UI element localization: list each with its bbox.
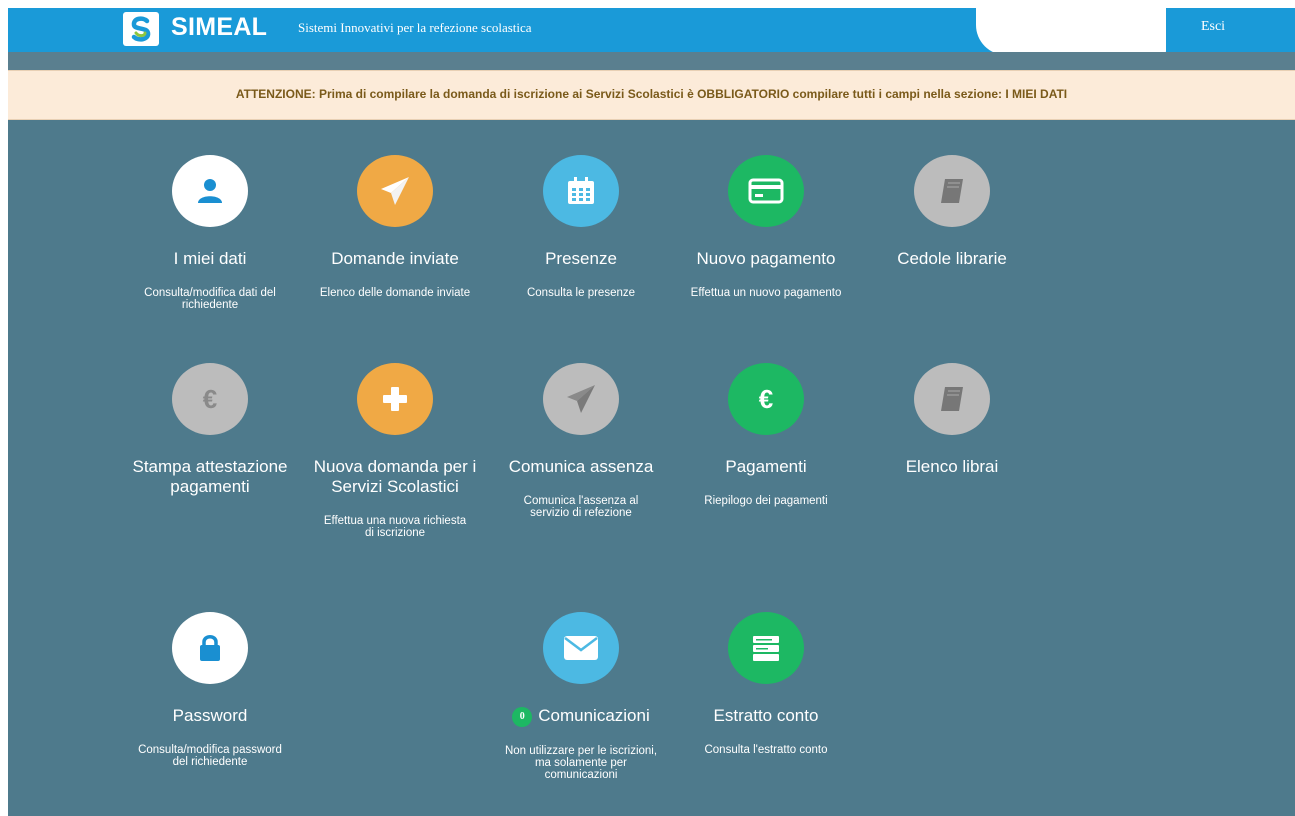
tile-password[interactable]: Password Consulta/modifica password del … [125, 612, 295, 768]
tile-presenze[interactable]: Presenze Consulta le presenze [496, 155, 666, 299]
tile-title: Nuova domanda per i Servizi Scolastici [313, 457, 477, 496]
brand-tagline: Sistemi Innovativi per la refezione scol… [298, 20, 532, 35]
tile-title: Password [172, 706, 248, 725]
logout-link[interactable]: Esci [1178, 19, 1248, 35]
tile-title: Cedole librarie [897, 249, 1007, 268]
tile-icon-circle [914, 363, 990, 435]
subheader-band [8, 52, 1295, 70]
tile-icon-circle: € [172, 363, 248, 435]
tile-description: Consulta/modifica dati del richiedente [144, 287, 276, 311]
euro-icon: € [759, 384, 773, 414]
tile-title: Pagamenti [725, 457, 807, 476]
tile-title: I miei dati [173, 249, 247, 268]
tile-nuova-domanda[interactable]: Nuova domanda per i Servizi Scolastici E… [310, 363, 480, 539]
tile-i-miei-dati[interactable]: I miei dati Consulta/modifica dati del r… [125, 155, 295, 311]
tile-description: Consulta le presenze [526, 287, 636, 299]
tile-icon-circle [543, 363, 619, 435]
tile-icon-circle [543, 155, 619, 227]
credit-card-icon [748, 178, 784, 204]
tile-icon-circle [172, 612, 248, 684]
alert-text: ATTENZIONE: Prima di compilare la domand… [235, 87, 1068, 101]
tile-comunicazioni[interactable]: 0 Comunicazioni Non utilizzare per le isc… [496, 612, 666, 781]
brand-name[interactable]: SIMEAL [171, 13, 267, 42]
tile-icon-circle: € [728, 363, 804, 435]
calendar-icon [568, 177, 594, 204]
unread-count-badge: 0 [512, 707, 533, 727]
tile-domande-inviate[interactable]: Domande inviate Elenco delle domande inv… [310, 155, 480, 299]
tile-icon-circle [357, 363, 433, 435]
tile-title: Elenco librai [905, 457, 999, 476]
tile-description: Effettua un nuovo pagamento [690, 287, 842, 299]
tile-description: Riepilogo dei pagamenti [704, 495, 828, 507]
book-icon [941, 387, 963, 411]
plus-icon [383, 387, 407, 411]
tile-icon-circle [728, 612, 804, 684]
tile-title: Domande inviate [331, 249, 459, 268]
tile-icon-circle [357, 155, 433, 227]
tile-title: 0 Comunicazioni [496, 706, 666, 727]
app-frame: SIMEAL Sistemi Innovativi per la refezio… [8, 8, 1295, 816]
paper-plane-icon [567, 385, 595, 413]
tile-title: Comunica assenza [508, 457, 654, 476]
paper-plane-icon [381, 177, 409, 205]
tile-stampa-attestazione[interactable]: € Stampa attestazione pagamenti [125, 363, 295, 497]
statement-icon [753, 636, 779, 661]
tile-description: Non utilizzare per le iscrizioni, ma sol… [504, 745, 658, 781]
tile-cedole-librarie[interactable]: Cedole librarie [867, 155, 1037, 269]
tile-icon-circle [728, 155, 804, 227]
svg-text:€: € [759, 384, 773, 414]
user-icon [198, 179, 222, 203]
svg-text:€: € [203, 384, 217, 414]
top-navbar: SIMEAL Sistemi Innovativi per la refezio… [8, 8, 1295, 55]
tile-icon-circle [914, 155, 990, 227]
tile-title: Presenze [545, 249, 617, 268]
tile-description: Comunica l'assenza al servizio di refezi… [523, 495, 639, 519]
tile-description: Effettua una nuova richiesta di iscrizio… [323, 515, 467, 539]
simeal-logo-icon[interactable] [123, 12, 159, 46]
tile-title-text: Comunicazioni [538, 706, 650, 725]
tile-description: Consulta/modifica password del richieden… [138, 744, 282, 768]
tile-icon-circle [543, 612, 619, 684]
tile-pagamenti[interactable]: € Pagamenti Riepilogo dei pagamenti [681, 363, 851, 507]
tile-title: Nuovo pagamento [696, 249, 836, 268]
tile-description: Elenco delle domande inviate [319, 287, 471, 299]
tile-title: Estratto conto [713, 706, 819, 725]
tile-title: Stampa attestazione pagamenti [132, 457, 288, 496]
envelope-icon [564, 636, 598, 660]
warning-alert: ATTENZIONE: Prima di compilare la domand… [8, 70, 1295, 120]
tile-elenco-librai[interactable]: Elenco librai [867, 363, 1037, 477]
user-info-area [976, 8, 1166, 55]
tile-icon-circle [172, 155, 248, 227]
tile-comunica-assenza[interactable]: Comunica assenza Comunica l'assenza al s… [496, 363, 666, 519]
lock-icon [200, 635, 220, 661]
tile-nuovo-pagamento[interactable]: Nuovo pagamento Effettua un nuovo pagame… [681, 155, 851, 299]
euro-icon: € [203, 384, 217, 414]
tile-description: Consulta l'estratto conto [704, 744, 828, 756]
tile-estratto-conto[interactable]: Estratto conto Consulta l'estratto conto [681, 612, 851, 756]
book-icon [941, 179, 963, 203]
